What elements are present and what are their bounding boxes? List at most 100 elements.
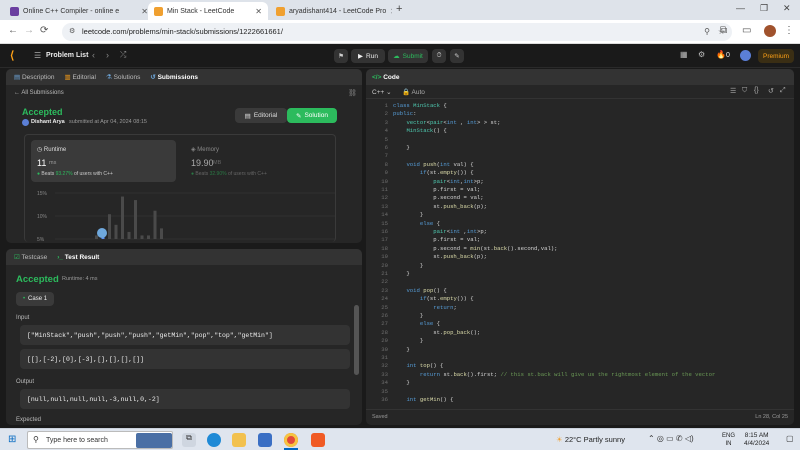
new-tab-icon[interactable]: + (396, 3, 402, 15)
premium-button[interactable]: Premium (758, 49, 794, 63)
profile-avatar[interactable] (764, 25, 776, 37)
code-line: } (393, 270, 410, 277)
zoom-icon[interactable]: ⚲ (704, 23, 710, 41)
timer-icon[interactable]: ⏱ (432, 49, 446, 63)
code-tab[interactable]: </> Code (372, 74, 399, 81)
line-number: 24 (381, 295, 388, 303)
tab-submissions[interactable]: ↺ Submissions (150, 73, 198, 81)
forward-icon[interactable]: → (24, 25, 34, 36)
code-editor[interactable]: 1 class MinStack {2 public: 3 vector<pair<i… (366, 102, 794, 406)
language-select[interactable]: C++ ⌄ (372, 88, 392, 96)
tab-editorial[interactable]: ▥ Editorial (64, 73, 95, 81)
code-line: void push(int val) { (406, 160, 474, 168)
close-tab-icon[interactable]: ✕ (255, 7, 262, 16)
problem-list-icon: ☰ (34, 51, 42, 60)
task-view-icon[interactable]: ⧉ (182, 433, 196, 447)
format-icon[interactable]: ☰ (730, 87, 736, 95)
run-button[interactable]: ▶ Run (351, 49, 385, 63)
weather-widget[interactable]: ☀ 22°C Partly sunny (556, 435, 625, 444)
browser-tab-active[interactable]: Min Stack - LeetCode ✕ (148, 2, 268, 20)
output-value: [null,null,null,null,-3,null,0,-2] (27, 395, 160, 403)
site-info-icon[interactable]: ⚙ (69, 23, 75, 41)
histogram-bar[interactable] (127, 231, 131, 239)
shuffle-icon[interactable]: ⤮ (120, 50, 126, 60)
problem-list-link[interactable]: Problem List (46, 52, 88, 59)
cursor-position: Ln 28, Col 25 (755, 414, 788, 420)
close-window-icon[interactable]: ✕ (783, 3, 791, 14)
system-tray-icons[interactable]: ⌃ ◎ ▭ ✆ ◁) (648, 434, 694, 443)
language-indicator[interactable]: ENG IN (722, 432, 735, 448)
maximize-icon[interactable]: ❐ (760, 3, 768, 14)
close-tab-icon[interactable]: ✕ (390, 7, 392, 16)
user-avatar[interactable] (740, 50, 751, 61)
histogram-bar[interactable] (95, 235, 98, 239)
browser-menu-icon[interactable]: ⋮ (784, 25, 794, 36)
submitter-name[interactable]: Dishant Arya (31, 119, 65, 125)
histogram-bar[interactable] (108, 214, 111, 239)
minimize-icon[interactable]: — (736, 3, 745, 13)
brave-icon[interactable] (311, 433, 325, 447)
line-number: 27 (381, 320, 388, 328)
sidebar-icon[interactable]: ▭ (742, 25, 751, 36)
search-icon: ⚲ (33, 435, 39, 444)
solution-button[interactable]: ✎ Solution (287, 108, 337, 123)
tab-solutions[interactable]: ⚗ Solutions (106, 73, 140, 81)
submission-panel: ▤ Description ▥ Editorial ⚗ Solutions ↺ … (6, 69, 362, 243)
code-panel: </> Code C++ ⌄ 🔒 Auto ☰ ⛉ {} ↺ ⤢ 1 class … (366, 69, 794, 425)
reload-icon[interactable]: ⟳ (40, 25, 48, 36)
scrollbar[interactable] (354, 305, 359, 375)
histogram-bar[interactable] (121, 196, 124, 239)
back-icon[interactable]: ← (8, 25, 18, 36)
line-number: 4 (384, 127, 388, 135)
all-submissions-link[interactable]: ← All Submissions (14, 90, 64, 96)
clock[interactable]: 8:15 AM 4/4/2024 (744, 432, 769, 448)
histogram-bar[interactable] (114, 224, 118, 239)
url-input[interactable]: ⚙ leetcode.com/problems/min-stack/submis… (62, 23, 732, 41)
edge-browser-icon[interactable] (207, 433, 221, 447)
my-submission-marker[interactable] (97, 228, 107, 238)
close-tab-icon[interactable]: ✕ (141, 7, 148, 16)
case-1-tab[interactable]: • Case 1 (16, 292, 54, 306)
layout-icon[interactable]: ▦ (680, 50, 688, 59)
notes-icon[interactable]: ✎ (450, 49, 464, 63)
braces-icon[interactable]: {} (754, 87, 759, 94)
tab-test-result[interactable]: ›_ Test Result (57, 254, 99, 261)
notifications-icon[interactable]: ▢ (786, 434, 794, 443)
memory-card[interactable]: ◈ Memory 19.90 MB ● Beats 32.90% of user… (185, 140, 330, 182)
settings-gear-icon[interactable]: ⚙ (698, 50, 705, 59)
search-highlight-image (136, 433, 172, 448)
tab-description[interactable]: ▤ Description (14, 73, 54, 81)
next-problem-icon[interactable]: › (106, 50, 109, 60)
output-box[interactable]: [null,null,null,null,-3,null,0,-2] (20, 389, 350, 409)
histogram-bar[interactable] (134, 200, 137, 239)
file-explorer-icon[interactable] (232, 433, 246, 447)
reset-icon[interactable]: ↺ (768, 87, 774, 95)
histogram-bar[interactable] (160, 228, 163, 239)
histogram-bar[interactable] (153, 210, 157, 239)
fullscreen-icon[interactable]: ⤢ (780, 87, 786, 95)
tab-testcase[interactable]: ☑ Testcase (14, 253, 47, 261)
histogram-bar[interactable] (140, 235, 144, 239)
input-box-2[interactable]: [[],[-2],[0],[-3],[],[],[],[]] (20, 349, 350, 369)
auto-mode-toggle[interactable]: 🔒 Auto (402, 88, 425, 96)
prev-problem-icon[interactable]: ‹ (92, 50, 95, 60)
editorial-button[interactable]: ▤ Editorial (235, 108, 287, 123)
runtime-card[interactable]: ◷ Runtime 11 ms ● Beats 93.27% of users … (31, 140, 176, 182)
code-line: p.second = val; (393, 194, 484, 202)
share-link-icon[interactable]: ⛓ (348, 89, 357, 97)
bookmark-icon[interactable]: ⛉ (742, 87, 747, 95)
submit-button[interactable]: ☁ Submit (388, 49, 428, 63)
browser-tab[interactable]: Online C++ Compiler - online e ✕ (4, 2, 154, 20)
teams-icon[interactable] (258, 433, 272, 447)
leetcode-logo-icon[interactable]: ⟨ (10, 49, 14, 62)
line-number: 30 (381, 345, 388, 353)
debug-icon[interactable]: ⚑ (334, 49, 348, 63)
browser-tab[interactable]: aryadishant414 - LeetCode Pro ✕ (270, 2, 392, 20)
histogram-bar[interactable] (147, 235, 150, 239)
code-line: st.push_back(p); (393, 253, 488, 261)
extensions-icon[interactable]: ⧉ (720, 25, 727, 36)
taskbar-search-box[interactable]: ⚲ Type here to search (27, 431, 173, 449)
windows-start-icon[interactable]: ⊞ (8, 434, 16, 445)
chrome-icon[interactable] (284, 433, 298, 447)
input-box-1[interactable]: ["MinStack","push","push","push","getMin… (20, 325, 350, 345)
